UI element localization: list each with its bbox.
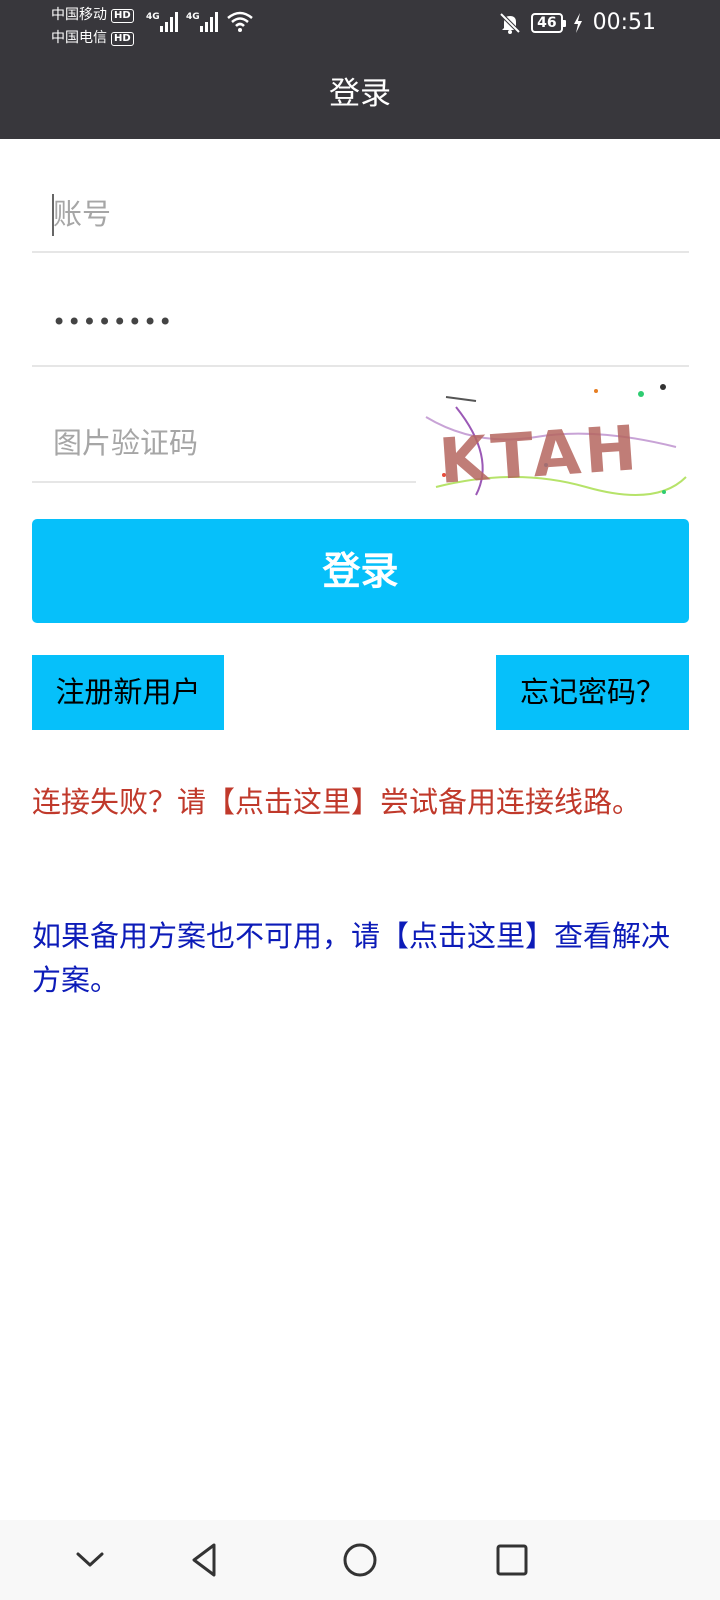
password-mask: ••••••••: [52, 308, 174, 336]
home-icon[interactable]: [336, 1536, 384, 1584]
clock: 00:51: [592, 10, 656, 35]
network-type-label: 4G: [146, 12, 160, 22]
backup-line-link[interactable]: 连接失败？请【点击这里】尝试备用连接线路。: [32, 780, 692, 824]
carrier-info: 中国移动 HD 中国电信 HD: [51, 4, 134, 50]
battery-icon: 46: [531, 12, 567, 33]
charging-icon: [573, 12, 582, 33]
wifi-icon: [227, 11, 253, 32]
carrier-1-label: 中国移动: [51, 7, 107, 23]
forgot-password-button[interactable]: 忘记密码？: [496, 655, 689, 730]
register-button[interactable]: 注册新用户: [32, 655, 224, 730]
back-icon[interactable]: [182, 1536, 230, 1584]
signal-icon: 4G: [146, 12, 178, 32]
network-type-label: 4G: [186, 12, 200, 22]
login-button[interactable]: 登录: [32, 519, 689, 623]
account-input[interactable]: [32, 186, 689, 242]
text-cursor: [52, 194, 54, 236]
bell-muted-icon: [499, 12, 521, 34]
hd-badge: HD: [111, 8, 134, 23]
hd-badge: HD: [111, 31, 134, 46]
navigation-bar: [0, 1520, 720, 1600]
network-icons: 4G 4G: [146, 10, 254, 32]
password-field[interactable]: ••••••••: [32, 298, 689, 367]
status-right: 46 00:51: [499, 10, 656, 35]
captcha-image[interactable]: KTAH: [416, 377, 690, 501]
carrier-2-label: 中国电信: [51, 30, 107, 46]
captcha-field[interactable]: [32, 410, 416, 483]
solution-link[interactable]: 如果备用方案也不可用，请【点击这里】查看解决方案。: [32, 914, 692, 1002]
recents-icon[interactable]: [488, 1536, 536, 1584]
captcha-text: KTAH: [437, 411, 643, 498]
signal-icon: 4G: [186, 12, 218, 32]
account-field[interactable]: [32, 186, 689, 253]
captcha-input[interactable]: [32, 410, 416, 476]
top-bar: 中国移动 HD 中国电信 HD 4G 4G 46 00:51 登录: [0, 0, 720, 139]
page-title: 登录: [329, 76, 391, 112]
chevron-down-icon[interactable]: [66, 1536, 114, 1584]
